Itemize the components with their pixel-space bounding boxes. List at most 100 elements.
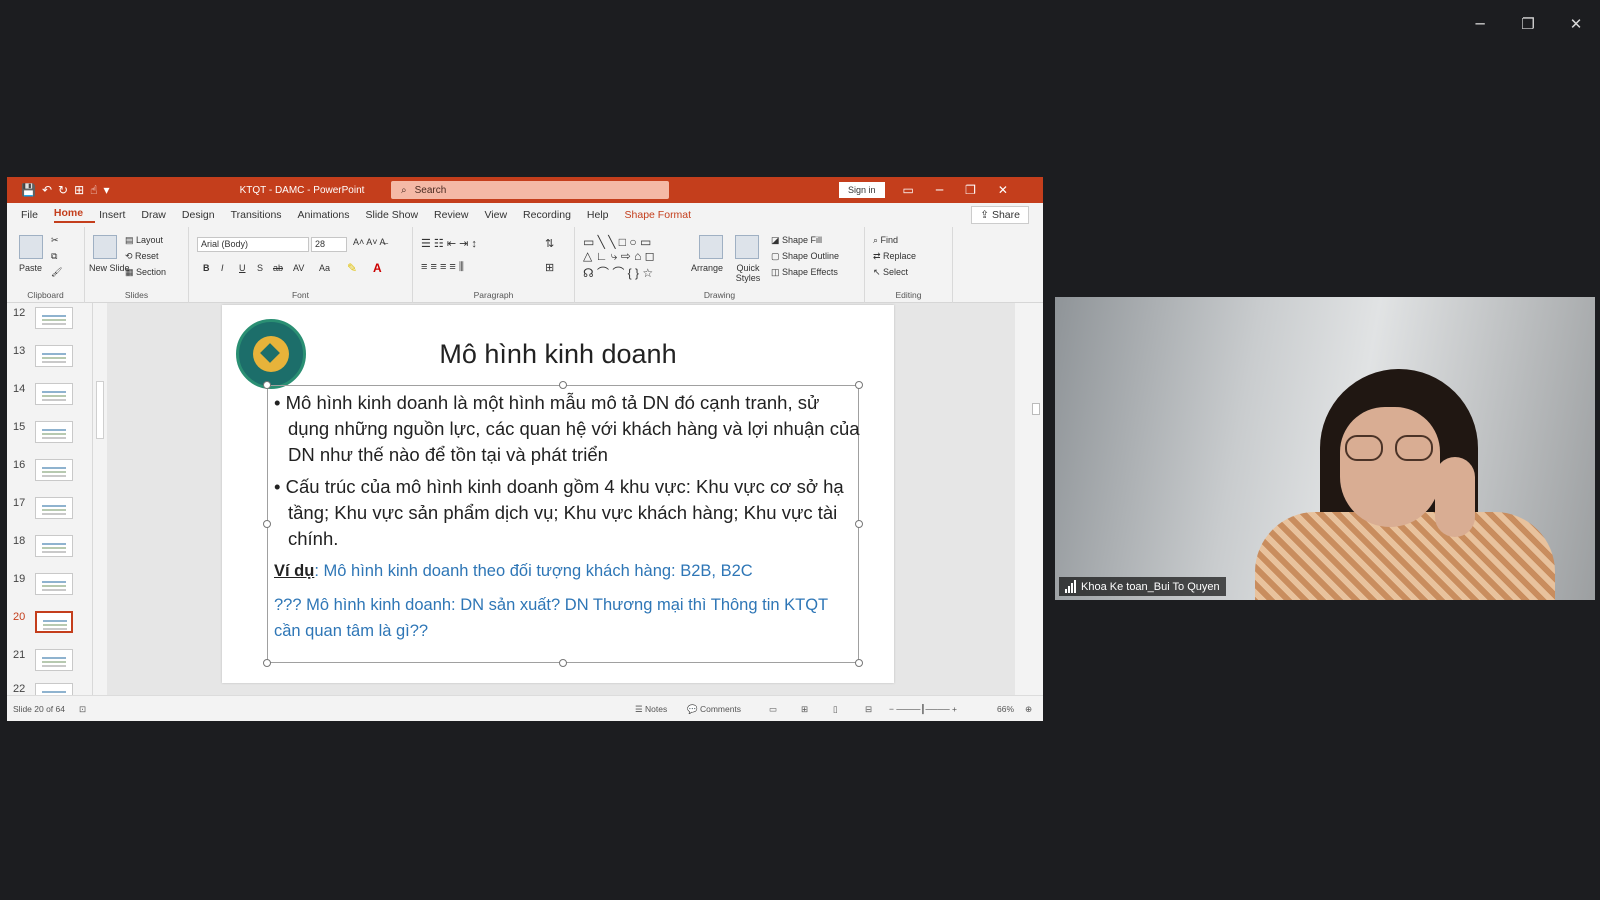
thumbnail-22[interactable]: 22 [7,683,92,695]
scrollbar-thumb[interactable] [96,381,104,439]
shadow-button[interactable]: S [257,263,263,273]
bullets-icon[interactable]: ☰ ☷ ⇤ ⇥ ↕ [421,237,477,250]
minimize-icon[interactable]: ─ [936,183,943,197]
italic-button[interactable]: I [221,263,224,273]
fit-slide-icon[interactable]: ⊕ [1025,704,1032,715]
smartart-icon[interactable]: ⊞ [545,261,554,274]
font-name-select[interactable]: Arial (Body) [197,237,309,252]
sign-in-button[interactable]: Sign in [839,182,885,198]
reset-button[interactable]: ⟲ Reset [125,251,159,262]
copy-icon[interactable]: ⧉ [51,251,57,262]
notes-button[interactable]: ☰ Notes [635,704,667,715]
arrange-label[interactable]: Arrange [691,263,723,273]
save-icon[interactable]: 💾 [21,183,36,197]
text-direction-icon[interactable]: ⇅ [545,237,554,250]
layout-button[interactable]: ▤ Layout [125,235,163,246]
resize-handle[interactable] [263,659,271,667]
close-icon[interactable]: ✕ [998,183,1008,197]
tab-recording[interactable]: Recording [523,209,583,221]
resize-handle[interactable] [559,381,567,389]
customize-qat-icon[interactable]: ▾ [103,183,109,197]
search-box[interactable]: ⌕ Search [391,181,669,199]
slide-title[interactable]: Mô hình kinh doanh [222,339,894,370]
zoom-slider[interactable]: − ────┃──── + [889,704,957,715]
content-textbox[interactable]: • Mô hình kinh doanh là một hình mẫu mô … [263,381,863,667]
thumbnail-19[interactable]: 19 [7,573,92,601]
thumbnail-14[interactable]: 14 [7,383,92,411]
bullet-2[interactable]: • Cấu trúc của mô hình kinh doanh gồm 4 … [274,474,860,552]
restore-icon[interactable]: ❐ [1504,12,1552,36]
question-text[interactable]: ??? Mô hình kinh doanh: DN sản xuất? DN … [274,592,834,644]
share-button[interactable]: ⇪ Share [971,206,1029,224]
accessibility-icon[interactable]: ⊡ [79,704,86,715]
thumbnail-scrollbar[interactable] [93,303,107,695]
restore-icon[interactable]: ❐ [965,183,976,197]
thumbnail-20[interactable]: 20 [7,611,92,639]
highlight-icon[interactable]: ✎ [347,261,357,275]
touch-mode-icon[interactable]: ☝ [90,183,97,197]
replace-button[interactable]: ⇄ Replace [873,251,916,262]
underline-button[interactable]: U [239,263,246,273]
align-icons[interactable]: ≡ ≡ ≡ ≡ ⫼ [421,261,464,274]
zoom-level[interactable]: 66% [997,704,1014,714]
shape-fill-button[interactable]: ◪ Shape Fill [771,235,822,246]
arrange-icon[interactable] [699,235,723,259]
tab-transitions[interactable]: Transitions [231,209,294,221]
select-button[interactable]: ↖ Select [873,267,908,278]
find-button[interactable]: ⌕ Find [873,235,898,246]
close-icon[interactable]: ✕ [1552,12,1600,36]
reading-view-icon[interactable]: ▯ [833,704,838,715]
change-case-button[interactable]: Aa [319,263,330,273]
grow-font-icon[interactable]: A˄ A˅ A̶ [353,237,386,247]
slide-sorter-icon[interactable]: ⊞ [801,704,808,715]
quick-styles-icon[interactable] [735,235,759,259]
char-spacing-button[interactable]: AV [293,263,304,273]
tab-insert[interactable]: Insert [99,209,137,221]
redo-icon[interactable]: ↻ [58,183,68,197]
cut-icon[interactable]: ✂ [51,235,59,246]
thumbnail-21[interactable]: 21 [7,649,92,677]
tab-shape-format[interactable]: Shape Format [625,209,704,221]
tab-draw[interactable]: Draw [141,209,178,221]
comments-button[interactable]: 💬 Comments [687,704,741,715]
new-slide-label[interactable]: New Slide [89,263,130,273]
thumbnail-15[interactable]: 15 [7,421,92,449]
tab-slide-show[interactable]: Slide Show [366,209,431,221]
tab-design[interactable]: Design [182,209,227,221]
thumbnail-12[interactable]: 12 [7,307,92,335]
resize-handle[interactable] [855,381,863,389]
section-button[interactable]: ▦ Section [125,267,166,278]
tab-home[interactable]: Home [53,207,96,223]
format-painter-icon[interactable]: 🖌 [51,267,62,278]
resize-handle[interactable] [263,520,271,528]
thumbnail-13[interactable]: 13 [7,345,92,373]
normal-view-icon[interactable]: ▭ [769,704,777,715]
bold-button[interactable]: B [203,263,210,273]
canvas-scrollbar[interactable] [1029,303,1043,695]
font-size-select[interactable]: 28 [311,237,347,252]
slide[interactable]: Mô hình kinh doanh • Mô hình kinh doanh … [222,305,894,683]
tab-file[interactable]: File [21,209,50,221]
new-slide-icon[interactable] [93,235,117,259]
shape-effects-button[interactable]: ◫ Shape Effects [771,267,838,278]
quick-styles-label[interactable]: Quick Styles [733,263,763,283]
resize-handle[interactable] [263,381,271,389]
tab-animations[interactable]: Animations [298,209,362,221]
resize-handle[interactable] [559,659,567,667]
thumbnail-16[interactable]: 16 [7,459,92,487]
resize-handle[interactable] [855,659,863,667]
shapes-gallery-icon[interactable]: ▭ ╲ ╲ □ ○ ▭ △ ∟ ⤷ ⇨ ⌂ ◻ ☊ ⌒ ⌒ { } ☆ [583,235,655,281]
ribbon-display-icon[interactable]: ▭ [903,183,914,197]
tab-view[interactable]: View [484,209,519,221]
tab-review[interactable]: Review [434,209,480,221]
strikethrough-button[interactable]: ab [273,263,283,273]
thumbnail-18[interactable]: 18 [7,535,92,563]
slideshow-icon[interactable]: ⊟ [865,704,872,715]
present-icon[interactable]: ⊞ [74,183,84,197]
paste-icon[interactable] [19,235,43,259]
participant-video[interactable]: Khoa Ke toan_Bui To Quyen [1055,297,1595,600]
undo-icon[interactable]: ↶ [42,183,52,197]
bullet-1[interactable]: • Mô hình kinh doanh là một hình mẫu mô … [274,390,860,468]
tab-help[interactable]: Help [587,209,621,221]
minimize-icon[interactable]: ─ [1456,12,1504,36]
